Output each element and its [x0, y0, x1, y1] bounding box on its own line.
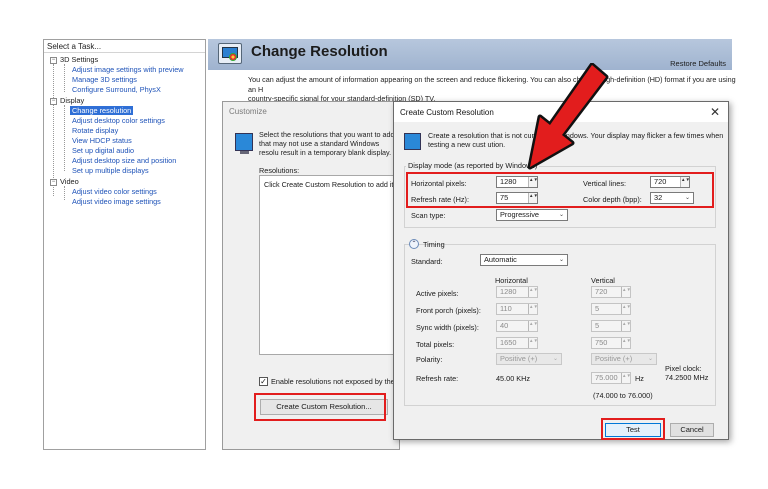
pixel-clock-label: Pixel clock:: [665, 364, 702, 373]
refresh-rate-vertical-spinner: 75.000 ▲▼: [591, 372, 631, 384]
tree-connector: [64, 186, 65, 200]
restore-defaults-link[interactable]: Restore Defaults: [670, 59, 726, 68]
highlight-create-button: [254, 393, 386, 421]
polarity-v-select: Positive (+) ⌄: [591, 353, 657, 365]
total-pixels-label: Total pixels:: [416, 340, 455, 349]
task-panel: Select a Task... −3D Settings Adjust ima…: [43, 39, 206, 450]
sync-width-v: 5 ▲▼: [591, 320, 631, 332]
spinner-arrows-icon: ▲▼: [621, 304, 631, 314]
enable-resolutions-label: Enable resolutions not exposed by the d: [271, 377, 401, 386]
intro-text: You can adjust the amount of information…: [248, 75, 736, 103]
chevron-down-icon: ⌄: [558, 212, 564, 218]
chevron-down-icon: ⌄: [558, 257, 564, 263]
customize-title: Customize: [229, 107, 267, 116]
sync-width-h: 40 ▲▼: [496, 320, 538, 332]
front-porch-v: 5 ▲▼: [591, 303, 631, 315]
front-porch-label: Front porch (pixels):: [416, 306, 481, 315]
spinner-arrows-icon: ▲▼: [621, 321, 631, 331]
hz-unit: Hz: [635, 374, 644, 383]
task-adjust-desktop-size[interactable]: Adjust desktop size and position: [72, 156, 176, 165]
horizontal-column-header: Horizontal: [495, 276, 528, 285]
standard-label: Standard:: [411, 257, 443, 266]
collapse-icon[interactable]: −: [50, 97, 57, 105]
polarity-label: Polarity:: [416, 355, 443, 364]
active-pixels-h: 1280 ▲▼: [496, 286, 538, 298]
chevron-down-icon: ⌄: [647, 356, 653, 362]
spinner-arrows-icon: ▲▼: [528, 287, 538, 297]
pixel-clock-value: 74.2500 MHz: [665, 373, 709, 382]
standard-select[interactable]: Automatic ⌄: [480, 254, 568, 266]
close-icon[interactable]: ✕: [710, 105, 720, 119]
task-panel-header: Select a Task...: [44, 40, 205, 53]
collapse-icon[interactable]: −: [50, 178, 57, 186]
page-header: Change Resolution Restore Defaults: [208, 39, 732, 70]
spinner-arrows-icon: ▲▼: [528, 321, 538, 331]
tree-group-display[interactable]: − Display: [50, 96, 84, 105]
page-title: Change Resolution: [251, 43, 388, 60]
task-view-hdcp-status[interactable]: View HDCP status: [72, 136, 132, 145]
highlight-display-mode-fields: [406, 172, 714, 208]
sync-width-label: Sync width (pixels):: [416, 323, 479, 332]
task-rotate-display[interactable]: Rotate display: [72, 126, 118, 135]
spinner-arrows-icon: ▲▼: [621, 338, 631, 348]
refresh-rate-timing-label: Refresh rate:: [416, 374, 459, 383]
spinner-arrows-icon: ▲▼: [621, 373, 631, 383]
monitor-icon: [404, 133, 421, 150]
spinner-arrows-icon: ▲▼: [621, 287, 631, 297]
tree-group-3d-settings[interactable]: −3D Settings: [50, 55, 98, 64]
total-pixels-v: 750 ▲▼: [591, 337, 631, 349]
task-adjust-video-image[interactable]: Adjust video image settings: [72, 197, 161, 206]
enable-resolutions-checkbox[interactable]: ✓: [259, 377, 268, 386]
resolutions-list[interactable]: Click Create Custom Resolution to add it…: [259, 175, 403, 355]
resolutions-list-hint: Click Create Custom Resolution to add it…: [264, 180, 404, 189]
task-adjust-image-settings[interactable]: Adjust image settings with preview: [72, 65, 184, 74]
cancel-button[interactable]: Cancel: [670, 423, 714, 437]
collapse-icon[interactable]: −: [50, 56, 57, 64]
chevron-down-icon: ⌄: [552, 356, 558, 362]
total-pixels-h: 1650 ▲▼: [496, 337, 538, 349]
refresh-range: (74.000 to 76.000): [593, 391, 653, 400]
front-porch-h: 110 ▲▼: [496, 303, 538, 315]
dialog-title: Create Custom Resolution: [400, 108, 494, 117]
spinner-arrows-icon: ▲▼: [528, 304, 538, 314]
active-pixels-label: Active pixels:: [416, 289, 459, 298]
refresh-rate-horizontal-value: 45.00 KHz: [496, 374, 531, 383]
active-pixels-v: 720 ▲▼: [591, 286, 631, 298]
task-configure-surround[interactable]: Configure Surround, PhysX: [72, 85, 161, 94]
task-adjust-desktop-color[interactable]: Adjust desktop color settings: [72, 116, 165, 125]
resolutions-label: Resolutions:: [259, 166, 300, 175]
tree-group-video[interactable]: − Video: [50, 177, 79, 186]
scan-type-select[interactable]: Progressive ⌄: [496, 209, 568, 221]
task-set-up-multiple-displays[interactable]: Set up multiple displays: [72, 166, 149, 175]
vertical-column-header: Vertical: [591, 276, 615, 285]
spinner-arrows-icon: ▲▼: [528, 338, 538, 348]
highlight-test-button: [601, 418, 665, 440]
tree-connector: [64, 64, 65, 92]
timing-label: Timing: [423, 240, 445, 249]
red-arrow-icon: [527, 63, 609, 170]
task-set-up-digital-audio[interactable]: Set up digital audio: [72, 146, 134, 155]
polarity-h-select: Positive (+) ⌄: [496, 353, 562, 365]
display-settings-icon: [218, 43, 242, 64]
scan-type-label: Scan type:: [411, 211, 446, 220]
task-adjust-video-color[interactable]: Adjust video color settings: [72, 187, 157, 196]
timing-collapse-icon[interactable]: ⌃: [409, 239, 419, 249]
tree-connector: [64, 105, 65, 171]
monitor-icon: [235, 133, 253, 154]
task-manage-3d-settings[interactable]: Manage 3D settings: [72, 75, 137, 84]
customize-description: Select the resolutions that you want to …: [259, 130, 397, 157]
task-change-resolution[interactable]: Change resolution: [70, 106, 134, 115]
